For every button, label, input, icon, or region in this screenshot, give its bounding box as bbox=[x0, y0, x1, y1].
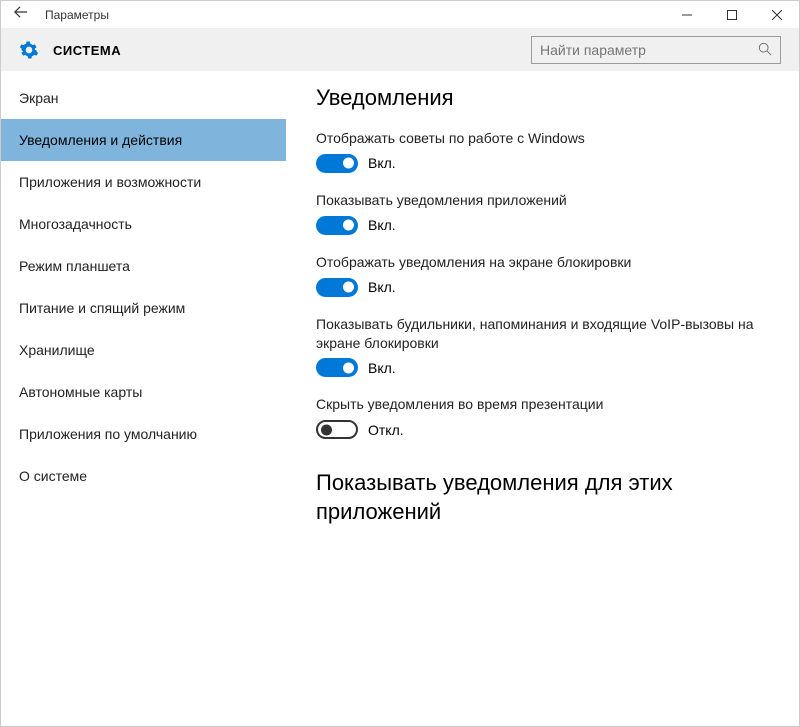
toggle-state-label: Откл. bbox=[368, 422, 404, 438]
sidebar-item-2[interactable]: Приложения и возможности bbox=[1, 161, 286, 203]
sidebar: Экран Уведомления и действия Приложения и … bbox=[1, 71, 286, 726]
back-arrow-icon bbox=[14, 5, 28, 19]
toggle-row: Вкл. bbox=[316, 216, 769, 235]
toggle-switch[interactable] bbox=[316, 358, 358, 377]
setting-label: Отображать советы по работе с Windows bbox=[316, 129, 769, 148]
toggle-row: Вкл. bbox=[316, 154, 769, 173]
toggle-knob bbox=[343, 158, 354, 169]
search-box[interactable] bbox=[531, 36, 781, 64]
sidebar-item-label: О системе bbox=[19, 468, 87, 484]
toggle-state-label: Вкл. bbox=[368, 279, 396, 295]
sidebar-item-7[interactable]: Автономные карты bbox=[1, 371, 286, 413]
sidebar-item-label: Уведомления и действия bbox=[19, 132, 182, 148]
setting-label: Скрыть уведомления во время презентации bbox=[316, 395, 769, 414]
sidebar-item-label: Многозадачность bbox=[19, 216, 132, 232]
toggle-switch[interactable] bbox=[316, 278, 358, 297]
maximize-button[interactable] bbox=[709, 1, 754, 29]
toggle-state-label: Вкл. bbox=[368, 360, 396, 376]
minimize-button[interactable] bbox=[664, 1, 709, 29]
close-icon bbox=[772, 10, 782, 20]
sidebar-item-label: Питание и спящий режим bbox=[19, 300, 185, 316]
setting-label: Показывать уведомления приложений bbox=[316, 191, 769, 210]
toggle-switch[interactable] bbox=[316, 216, 358, 235]
setting-1: Показывать уведомления приложений Вкл. bbox=[316, 191, 769, 235]
sidebar-item-3[interactable]: Многозадачность bbox=[1, 203, 286, 245]
setting-2: Отображать уведомления на экране блокиро… bbox=[316, 253, 769, 297]
window-title: Параметры bbox=[41, 8, 664, 22]
toggle-row: Вкл. bbox=[316, 278, 769, 297]
setting-label: Отображать уведомления на экране блокиро… bbox=[316, 253, 769, 272]
toggle-switch[interactable] bbox=[316, 154, 358, 173]
sidebar-item-5[interactable]: Питание и спящий режим bbox=[1, 287, 286, 329]
setting-0: Отображать советы по работе с Windows Вкл… bbox=[316, 129, 769, 173]
toggle-row: Откл. bbox=[316, 420, 769, 439]
minimize-icon bbox=[682, 10, 692, 20]
sidebar-item-label: Приложения по умолчанию bbox=[19, 426, 197, 442]
sidebar-item-8[interactable]: Приложения по умолчанию bbox=[1, 413, 286, 455]
toggle-state-label: Вкл. bbox=[368, 155, 396, 171]
sidebar-item-label: Автономные карты bbox=[19, 384, 142, 400]
content-area: Уведомления Отображать советы по работе … bbox=[286, 71, 799, 726]
toggle-knob bbox=[343, 362, 354, 373]
sidebar-item-9[interactable]: О системе bbox=[1, 455, 286, 497]
section-subtitle: Показывать уведомления для этих приложен… bbox=[316, 469, 716, 526]
sidebar-item-label: Режим планшета bbox=[19, 258, 130, 274]
setting-4: Скрыть уведомления во время презентации О… bbox=[316, 395, 769, 439]
toggle-knob bbox=[343, 282, 354, 293]
sidebar-item-label: Хранилище bbox=[19, 342, 95, 358]
sidebar-item-1[interactable]: Уведомления и действия bbox=[1, 119, 286, 161]
toggle-knob bbox=[321, 424, 332, 435]
toggle-knob bbox=[343, 220, 354, 231]
search-icon bbox=[758, 42, 772, 59]
close-button[interactable] bbox=[754, 1, 799, 29]
toggle-row: Вкл. bbox=[316, 358, 769, 377]
setting-3: Показывать будильники, напоминания и вхо… bbox=[316, 315, 769, 378]
sidebar-item-label: Экран bbox=[19, 90, 59, 106]
gear-icon bbox=[19, 40, 39, 60]
section-title: Уведомления bbox=[316, 85, 769, 111]
header: СИСТЕМА bbox=[1, 29, 799, 71]
maximize-icon bbox=[727, 10, 737, 20]
sidebar-item-6[interactable]: Хранилище bbox=[1, 329, 286, 371]
setting-label: Показывать будильники, напоминания и вхо… bbox=[316, 315, 769, 353]
search-input[interactable] bbox=[540, 42, 758, 58]
titlebar: Параметры bbox=[1, 1, 799, 29]
toggle-switch[interactable] bbox=[316, 420, 358, 439]
toggle-state-label: Вкл. bbox=[368, 217, 396, 233]
page-heading: СИСТЕМА bbox=[53, 43, 531, 58]
sidebar-item-0[interactable]: Экран bbox=[1, 77, 286, 119]
sidebar-item-4[interactable]: Режим планшета bbox=[1, 245, 286, 287]
sidebar-item-label: Приложения и возможности bbox=[19, 174, 201, 190]
body: Экран Уведомления и действия Приложения и … bbox=[1, 71, 799, 726]
back-button[interactable] bbox=[1, 5, 41, 24]
